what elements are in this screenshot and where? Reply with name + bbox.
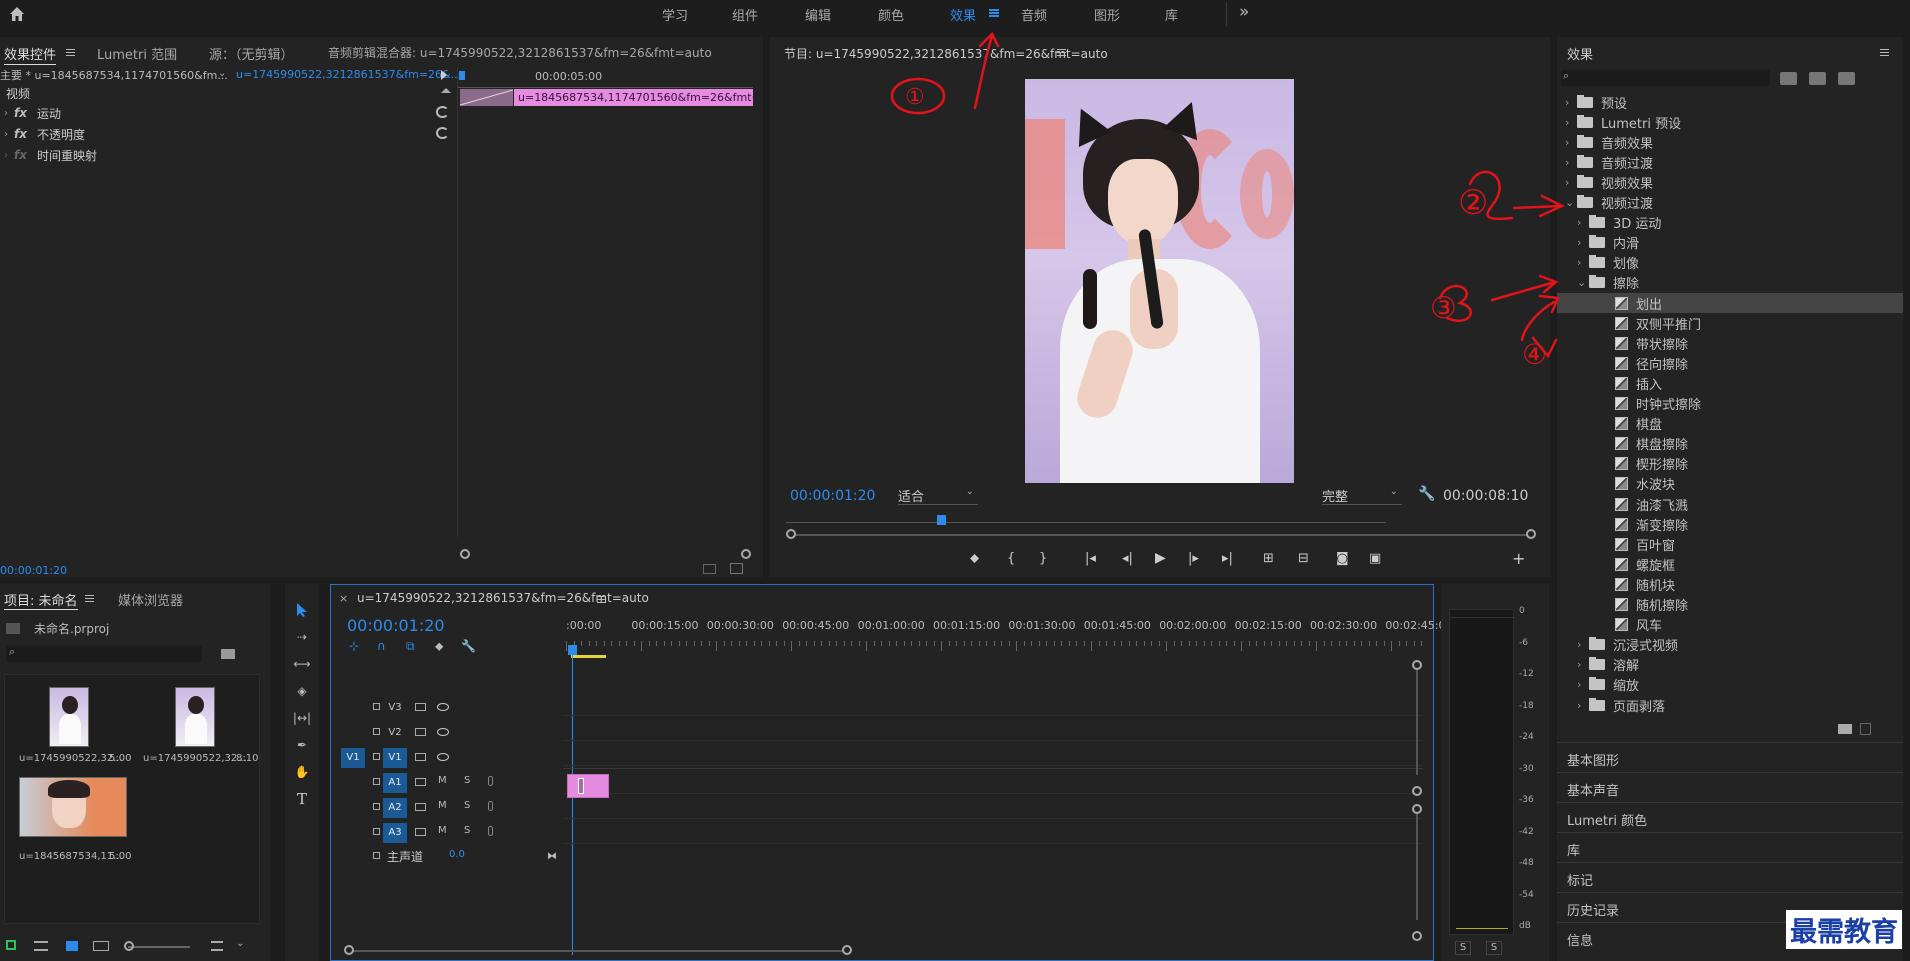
annotation-number-4: ④: [1522, 338, 1547, 371]
annotation-number-2: ②: [1458, 183, 1488, 223]
annotation-number-1: ①: [905, 85, 925, 110]
watermark: 最需教育: [1786, 910, 1902, 949]
annotation-overlay: ① ② ③ ④: [890, 31, 1565, 371]
annotation-number-3: ③: [1430, 291, 1457, 326]
